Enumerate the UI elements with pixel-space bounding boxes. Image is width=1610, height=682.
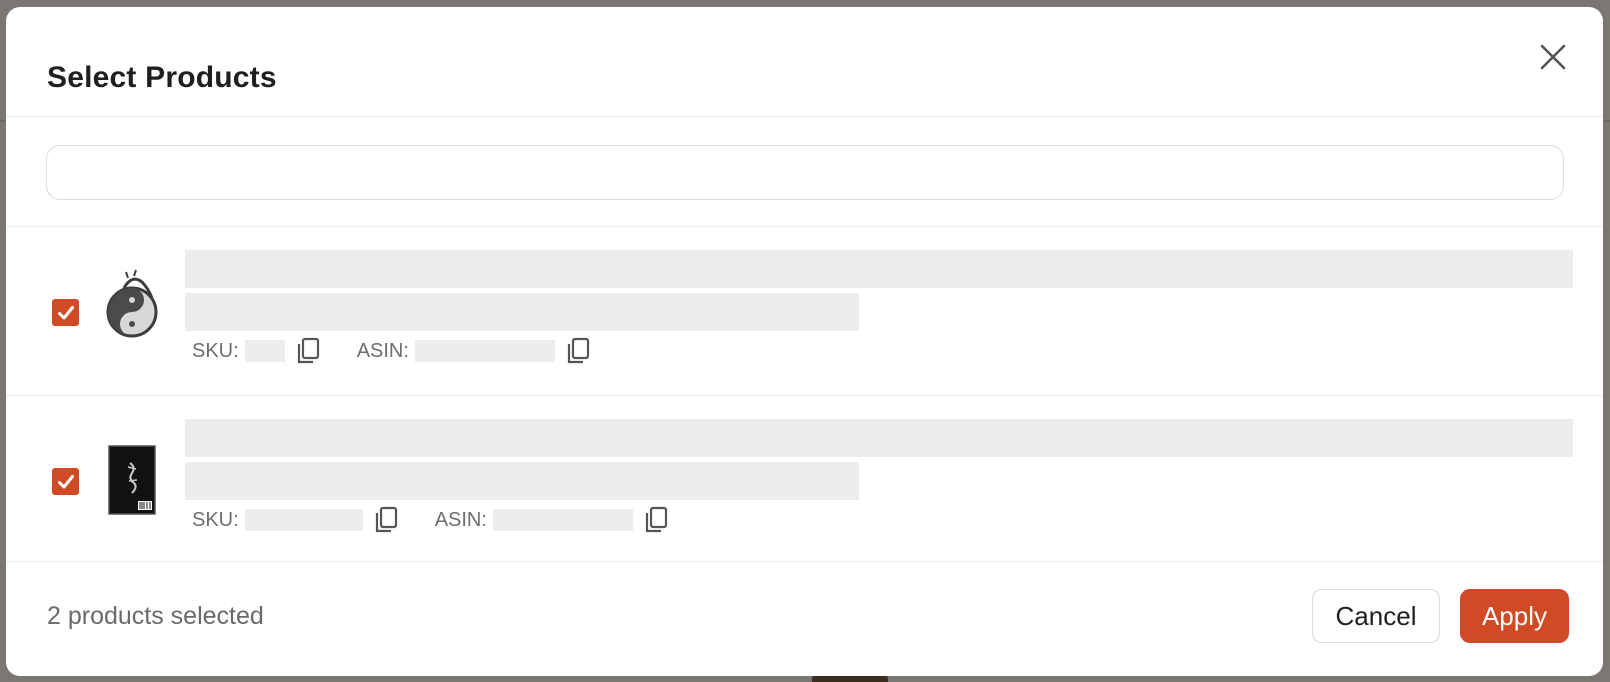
product-meta: SKU: ASIN: xyxy=(192,334,593,368)
copy-icon xyxy=(567,337,590,364)
copy-sku-button[interactable] xyxy=(293,336,323,366)
asin-value-redacted xyxy=(414,340,555,362)
product-checkbox[interactable] xyxy=(52,299,79,326)
search-section xyxy=(6,117,1603,227)
asin-label: ASIN: xyxy=(434,508,487,531)
copy-sku-button[interactable] xyxy=(371,505,401,535)
modal-title: Select Products xyxy=(47,61,277,94)
close-button[interactable] xyxy=(1536,40,1570,74)
checkmark-icon xyxy=(57,474,74,488)
copy-asin-button[interactable] xyxy=(641,505,671,535)
search-input[interactable] xyxy=(46,145,1564,200)
cancel-button[interactable]: Cancel xyxy=(1312,589,1440,643)
asin-value-redacted xyxy=(492,509,633,531)
product-row[interactable]: SKU: ASIN: xyxy=(6,396,1603,565)
product-checkbox[interactable] xyxy=(52,468,79,495)
product-title-redacted xyxy=(185,293,859,331)
product-thumbnail xyxy=(108,445,156,515)
product-row[interactable]: SKU: ASIN: xyxy=(6,227,1603,396)
product-title-redacted xyxy=(185,250,1573,288)
close-icon xyxy=(1540,44,1566,70)
product-title-redacted xyxy=(185,462,859,500)
sku-label: SKU: xyxy=(192,508,239,531)
copy-icon xyxy=(297,337,319,364)
apply-button[interactable]: Apply xyxy=(1460,589,1569,643)
select-products-modal: Select Products SKU: ASIN: SKU: ASIN: 2 … xyxy=(6,7,1603,676)
modal-header: Select Products xyxy=(6,7,1603,117)
sku-label: SKU: xyxy=(192,339,239,362)
asin-label: ASIN: xyxy=(356,339,409,362)
copy-icon xyxy=(375,506,397,533)
selection-count: 2 products selected xyxy=(47,602,264,630)
sku-value-redacted xyxy=(244,340,285,362)
product-thumbnail xyxy=(106,269,158,338)
product-title-redacted xyxy=(185,419,1573,457)
product-meta: SKU: ASIN: xyxy=(192,503,671,537)
sku-value-redacted xyxy=(244,509,363,531)
modal-footer: 2 products selected Cancel Apply xyxy=(6,561,1603,676)
copy-asin-button[interactable] xyxy=(563,336,593,366)
copy-icon xyxy=(645,506,668,533)
checkmark-icon xyxy=(57,305,74,319)
